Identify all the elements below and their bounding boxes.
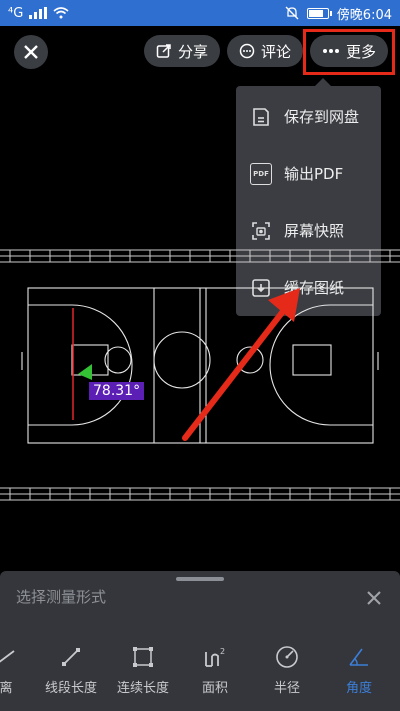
tool-label: 角度 — [345, 681, 372, 696]
tool-segment-length[interactable]: 线段长度 — [33, 643, 109, 696]
distance-icon — [0, 650, 15, 663]
tool-radius[interactable]: 半径 — [249, 643, 325, 696]
panel-title: 选择测量形式 — [16, 588, 107, 606]
tool-label: 连续长度 — [116, 681, 169, 696]
panel-drag-handle[interactable] — [176, 577, 224, 581]
continuous-length-icon — [133, 647, 153, 667]
tool-angle[interactable]: 角度 — [321, 643, 397, 696]
tool-continuous-length[interactable]: 连续长度 — [105, 643, 181, 696]
radius-icon — [276, 646, 298, 668]
measurement-panel: 选择测量形式 离 线段长度 连续长度 2 面积 半径 角度 — [0, 571, 400, 711]
tool-label: 离 — [0, 681, 13, 696]
area-icon: 2 — [205, 647, 225, 667]
tool-label: 面积 — [201, 681, 228, 696]
tool-label: 线段长度 — [44, 681, 97, 696]
svg-text:2: 2 — [220, 647, 225, 656]
tool-label: 半径 — [273, 681, 300, 696]
angle-icon — [349, 648, 368, 666]
tool-area[interactable]: 2 面积 — [177, 643, 253, 696]
measure-tool-bar: 离 线段长度 连续长度 2 面积 半径 角度 — [0, 643, 400, 703]
panel-close-icon[interactable] — [362, 586, 386, 610]
segment-length-icon — [62, 648, 80, 666]
